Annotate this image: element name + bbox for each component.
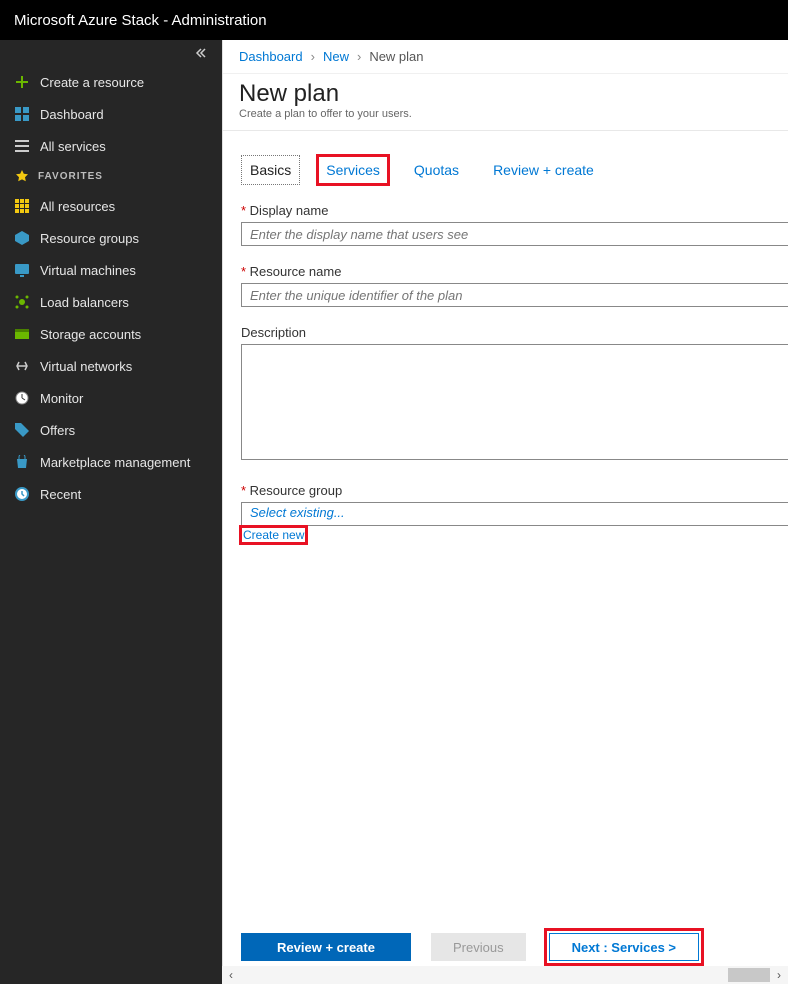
favorites-header: FAVORITES [0,162,222,190]
plus-icon [14,74,30,90]
topbar: Microsoft Azure Stack - Administration [0,0,788,40]
nav-label: Offers [40,423,75,438]
dashboard-icon [14,106,30,122]
sidebar: Create a resource Dashboard All services… [0,40,222,984]
nav-all-resources[interactable]: All resources [0,190,222,222]
nav-label: Resource groups [40,231,139,246]
nav-label: Virtual networks [40,359,132,374]
nav-dashboard[interactable]: Dashboard [0,98,222,130]
nav-label: Dashboard [40,107,104,122]
storage-icon [14,326,30,342]
nav-label: Virtual machines [40,263,136,278]
create-new-link[interactable]: Create new [241,527,306,543]
sidebar-collapse[interactable] [0,40,222,66]
page-title: New plan [239,80,772,108]
field-resource-name: Resource name [241,264,788,307]
breadcrumb-current: New plan [369,49,423,64]
main-panel: Dashboard › New › New plan New plan Crea… [222,40,788,984]
nav-load-balancers[interactable]: Load balancers [0,286,222,318]
nav-label: Recent [40,487,81,502]
next-services-button[interactable]: Next : Services > [549,933,699,961]
nav-all-services[interactable]: All services [0,130,222,162]
breadcrumb-new[interactable]: New [323,49,349,64]
nav-storage-accounts[interactable]: Storage accounts [0,318,222,350]
field-description: Description [241,325,788,465]
resource-name-label: Resource name [241,264,788,279]
monitor-icon [14,390,30,406]
description-label: Description [241,325,788,340]
scroll-right-icon[interactable]: › [770,968,788,982]
network-icon [14,358,30,374]
tab-services[interactable]: Services [318,156,388,184]
tab-quotas[interactable]: Quotas [406,156,467,184]
page-header: New plan Create a plan to offer to your … [223,74,788,131]
resource-group-placeholder: Select existing... [250,505,345,520]
nav-virtual-machines[interactable]: Virtual machines [0,254,222,286]
nav-label: Load balancers [40,295,129,310]
page-subtitle: Create a plan to offer to your users. [239,108,772,120]
loadbalancer-icon [14,294,30,310]
star-icon [14,168,30,184]
previous-button[interactable]: Previous [431,933,526,961]
nav-create-resource[interactable]: Create a resource [0,66,222,98]
cube-icon [14,230,30,246]
content-area: Basics Services Quotas Review + create D… [223,131,788,984]
tab-basics[interactable]: Basics [241,155,300,185]
field-resource-group: Resource group Select existing... Create… [241,483,788,544]
chevron-right-icon: › [357,49,361,64]
nav-monitor[interactable]: Monitor [0,382,222,414]
nav-recent[interactable]: Recent [0,478,222,510]
nav-virtual-networks[interactable]: Virtual networks [0,350,222,382]
nav-label: Marketplace management [40,455,190,470]
nav-label: All services [40,139,106,154]
nav-label: All resources [40,199,115,214]
marketplace-icon [14,454,30,470]
vm-icon [14,262,30,278]
description-input[interactable] [241,344,788,460]
scroll-track[interactable] [240,966,770,984]
breadcrumb-dashboard[interactable]: Dashboard [239,49,303,64]
nav-offers[interactable]: Offers [0,414,222,446]
resource-group-select[interactable]: Select existing... [241,502,788,526]
tabs: Basics Services Quotas Review + create [241,155,788,185]
favorites-label: FAVORITES [38,171,103,182]
nav-label: Storage accounts [40,327,141,342]
app-title: Microsoft Azure Stack - Administration [14,12,267,29]
footer-actions: Review + create Previous Next : Services… [241,930,788,964]
tab-review-create[interactable]: Review + create [485,156,602,184]
nav-resource-groups[interactable]: Resource groups [0,222,222,254]
horizontal-scrollbar[interactable]: ‹ › [222,966,788,984]
scroll-left-icon[interactable]: ‹ [222,968,240,982]
grid-icon [14,198,30,214]
nav-label: Create a resource [40,75,144,90]
tag-icon [14,422,30,438]
display-name-input[interactable] [241,222,788,246]
nav-marketplace[interactable]: Marketplace management [0,446,222,478]
nav-label: Monitor [40,391,83,406]
resource-group-label: Resource group [241,483,788,498]
breadcrumb: Dashboard › New › New plan [223,40,788,74]
clock-icon [14,486,30,502]
list-icon [14,138,30,154]
resource-name-input[interactable] [241,283,788,307]
next-highlight: Next : Services > [546,930,702,964]
field-display-name: Display name [241,203,788,246]
display-name-label: Display name [241,203,788,218]
review-create-button[interactable]: Review + create [241,933,411,961]
chevron-right-icon: › [311,49,315,64]
chevron-left-icon [192,45,208,61]
scroll-thumb[interactable] [728,968,770,982]
